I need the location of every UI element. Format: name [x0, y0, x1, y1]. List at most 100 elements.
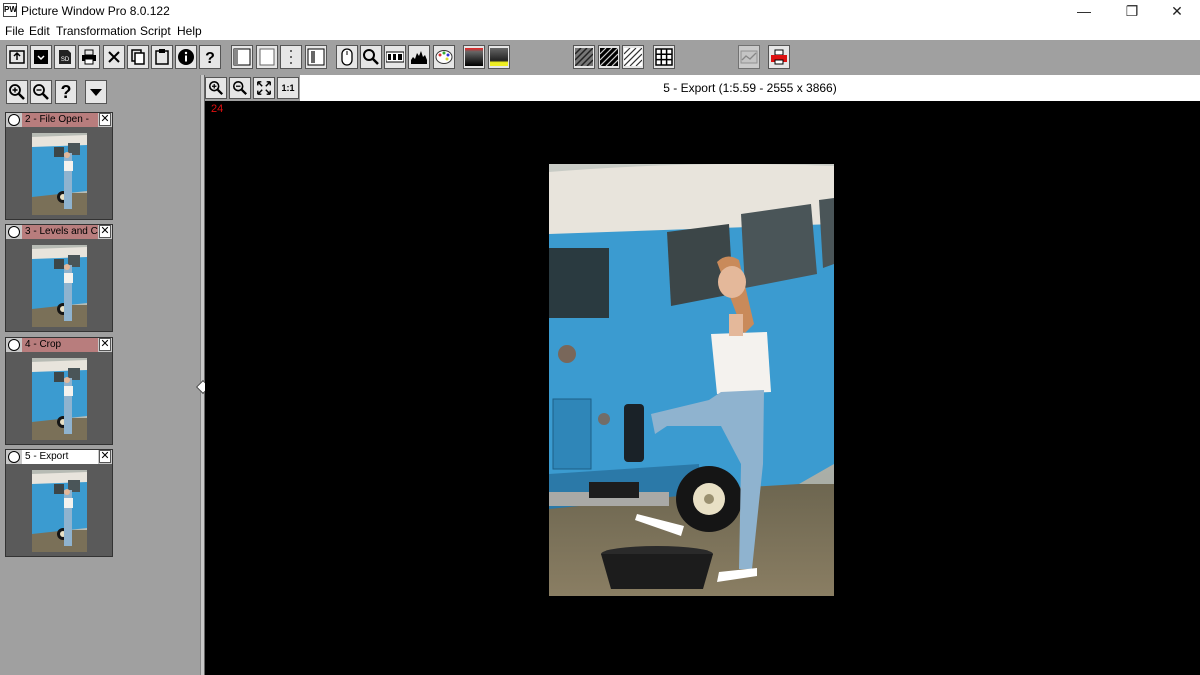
layout-split-button[interactable] [305, 45, 327, 69]
layout-single-button[interactable] [231, 45, 253, 69]
view-fit-button[interactable] [253, 77, 275, 99]
histogram-icon [411, 51, 427, 64]
hatch-pattern-1-icon [575, 48, 593, 66]
view-zoom-in-button[interactable] [205, 77, 227, 99]
zoom-out-icon [232, 80, 248, 96]
menu-script[interactable]: Script [140, 24, 171, 38]
layout-single-icon [233, 48, 251, 66]
sd-card-button[interactable]: SD [54, 45, 76, 69]
history-card-label[interactable]: 3 - Levels and C [22, 225, 98, 239]
close-image-button[interactable] [103, 45, 125, 69]
menu-file[interactable]: File [5, 24, 24, 38]
select-radio[interactable] [8, 114, 20, 126]
history-panel: ? 2 - File Open - ✕ 3 - Levels and C ✕ 4 - C… [0, 75, 200, 675]
info-button[interactable] [175, 45, 197, 69]
layout-full-button[interactable] [256, 45, 278, 69]
history-thumbnail[interactable] [32, 245, 87, 327]
panel-zoom-in-button[interactable] [6, 80, 28, 104]
help-icon: ? [205, 50, 215, 66]
image-view-header: 1:1 5 - Export (1:5.59 - 2555 x 3866) [205, 75, 1200, 101]
layout-split-icon [307, 48, 325, 66]
window-title: Picture Window Pro 8.0.122 [21, 4, 170, 18]
menu-help[interactable]: Help [177, 24, 202, 38]
menu-edit[interactable]: Edit [29, 24, 50, 38]
history-card[interactable]: 2 - File Open - ✕ [5, 112, 113, 220]
grid-icon [655, 48, 673, 66]
layout-dots-icon [290, 50, 292, 64]
history-card-label[interactable]: 2 - File Open - [22, 113, 98, 127]
zoom-tool-button[interactable] [360, 45, 382, 69]
menu-transformation[interactable]: Transformation [56, 24, 136, 38]
red-printer-icon [771, 49, 787, 65]
hatch-pattern-3-icon [624, 48, 642, 66]
view-zoom-out-button[interactable] [229, 77, 251, 99]
zoom-in-icon [208, 80, 224, 96]
menu-bar: File Edit Transformation Script Help [0, 22, 1200, 40]
zoom-in-icon [9, 84, 25, 100]
open-button[interactable] [6, 45, 28, 69]
graph-button[interactable] [738, 45, 760, 69]
hatch-pattern-2-button[interactable] [598, 45, 620, 69]
dropdown-icon [90, 89, 102, 96]
history-card-label[interactable]: 5 - Export [22, 450, 98, 464]
select-radio[interactable] [8, 339, 20, 351]
open-icon [9, 50, 25, 64]
numeric-readout-button[interactable] [384, 45, 406, 69]
history-card[interactable]: 3 - Levels and C ✕ [5, 224, 113, 332]
close-icon[interactable]: ✕ [99, 225, 111, 238]
history-card[interactable]: 5 - Export ✕ [5, 449, 113, 557]
red-print-button[interactable] [768, 45, 790, 69]
pixel-readout: 24 [211, 103, 224, 115]
paste-icon [155, 49, 169, 65]
hatch-pattern-1-button[interactable] [573, 45, 595, 69]
layout-full-icon [259, 48, 275, 66]
close-icon[interactable]: ✕ [99, 338, 111, 351]
history-card[interactable]: 4 - Crop ✕ [5, 337, 113, 445]
close-icon[interactable]: ✕ [99, 113, 111, 126]
minimize-button[interactable]: — [1061, 0, 1107, 22]
print-button[interactable] [78, 45, 100, 69]
history-thumbnail[interactable] [32, 470, 87, 552]
main-photo[interactable] [549, 164, 834, 596]
image-canvas[interactable]: 24 [205, 101, 1200, 675]
svg-text:SD: SD [61, 57, 70, 63]
hatch-pattern-3-button[interactable] [622, 45, 644, 69]
grid-button[interactable] [653, 45, 675, 69]
panel-zoom-out-button[interactable] [30, 80, 52, 104]
panel-help-button[interactable]: ? [55, 80, 77, 104]
histogram-button[interactable] [408, 45, 430, 69]
restore-button[interactable]: ❐ [1109, 0, 1155, 22]
copy-icon [131, 49, 145, 65]
panel-dropdown-button[interactable] [85, 80, 107, 104]
help-button[interactable]: ? [199, 45, 221, 69]
svg-text:?: ? [205, 50, 215, 66]
paste-button[interactable] [151, 45, 173, 69]
mouse-button[interactable] [336, 45, 358, 69]
copy-button[interactable] [127, 45, 149, 69]
title-bar: PW Picture Window Pro 8.0.122 — ❐ ✕ [0, 0, 1200, 22]
main-toolbar: SD ? [0, 40, 1200, 75]
close-icon[interactable]: ✕ [99, 450, 111, 463]
fit-icon [257, 81, 271, 95]
view-zoom-toolbar: 1:1 [205, 75, 300, 101]
history-card-label[interactable]: 4 - Crop [22, 338, 98, 352]
close-window-button[interactable]: ✕ [1154, 0, 1200, 22]
save-icon [34, 50, 48, 64]
history-thumbnail[interactable] [32, 358, 87, 440]
image-window-title: 5 - Export (1:5.59 - 2555 x 3866) [663, 81, 837, 95]
zoom-out-icon [33, 84, 49, 100]
history-thumbnail[interactable] [32, 133, 87, 215]
palette-icon [435, 50, 453, 64]
palette-button[interactable] [433, 45, 455, 69]
select-radio[interactable] [8, 451, 20, 463]
gradient-yellow-button[interactable] [488, 45, 510, 69]
save-button[interactable] [30, 45, 52, 69]
info-icon [178, 49, 194, 65]
gradient-red-icon [465, 48, 483, 66]
print-icon [82, 49, 96, 65]
gradient-red-button[interactable] [463, 45, 485, 69]
layout-dots-button[interactable] [280, 45, 302, 69]
view-actual-size-button[interactable]: 1:1 [277, 77, 299, 99]
history-card-header: 4 - Crop ✕ [6, 338, 112, 352]
select-radio[interactable] [8, 226, 20, 238]
